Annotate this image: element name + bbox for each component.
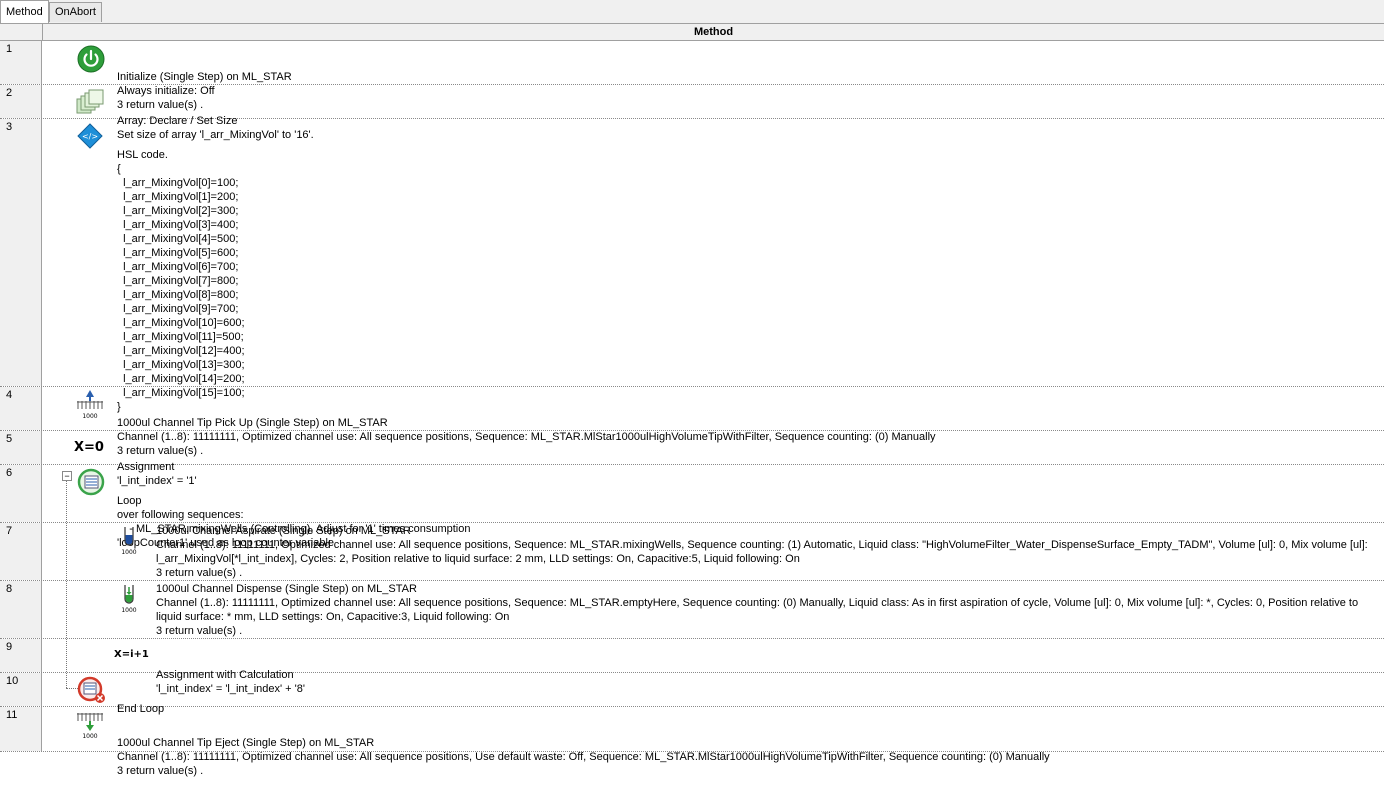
step-row-10[interactable]: 10 End Loop (0, 673, 1384, 715)
power-icon (76, 44, 106, 74)
assignment-icon: X=0 (74, 440, 104, 455)
svg-text:1000: 1000 (82, 413, 97, 420)
collapse-toggle-icon[interactable]: − (62, 471, 72, 481)
tab-bar: Method OnAbort (0, 0, 1384, 24)
step-row-8[interactable]: 8 1000 1000ul Channel Dispense (Single S… (0, 581, 1384, 639)
step-text: 1000ul Channel Tip Eject (Single Step) o… (117, 737, 1050, 777)
tab-onabort[interactable]: OnAbort (49, 2, 102, 22)
step-text: 1000ul Channel Aspirate (Single Step) on… (156, 525, 1368, 579)
step-row-6[interactable]: 6 − Loop over following sequences: - ML_S… (0, 465, 1384, 549)
step-number: 8 (0, 581, 42, 638)
end-loop-icon (77, 675, 107, 705)
step-text: 1000ul Channel Dispense (Single Step) on… (156, 583, 1359, 637)
svg-text:</>: </> (82, 132, 98, 141)
svg-text:1000: 1000 (82, 733, 97, 740)
tab-method[interactable]: Method (0, 0, 49, 23)
step-row-11[interactable]: 11 1000 1000ul Channel Tip Eject (Single… (0, 707, 1384, 777)
aspirate-icon: 1000 (116, 525, 146, 556)
step-row-9[interactable]: 9 X=i+1 Assignment with Calculation'l_in… (0, 639, 1384, 695)
calc-assignment-icon: X=i+1 (114, 649, 149, 660)
step-number: 9 (0, 639, 42, 672)
step-row-7[interactable]: 7 1000 1000ul Channel Aspirate (Single S… (0, 523, 1384, 581)
step-number: 2 (0, 85, 42, 118)
step-number: 4 (0, 387, 42, 430)
step-number: 10 (0, 673, 42, 706)
step-number: 7 (0, 523, 42, 580)
tip-pickup-icon: 1000 (75, 389, 105, 420)
hsl-code-icon: </> (77, 123, 107, 153)
array-icon (75, 87, 105, 117)
step-row-4[interactable]: 4 1000 1000ul Channel Tip Pick Up (Singl… (0, 387, 1384, 457)
step-row-1[interactable]: 1 Initialize (Single Step) on ML_STAR Alw… (0, 41, 1384, 111)
tip-eject-icon: 1000 (75, 709, 105, 740)
column-header-method[interactable]: Method (43, 24, 1384, 41)
step-number: 3 (0, 119, 42, 386)
method-grid: Method 1 Initialize (Single Step) on ML_… (0, 24, 1384, 777)
step-number: 11 (0, 707, 42, 751)
step-row-2[interactable]: 2 Array: Declare / Set Size Set size of a… (0, 85, 1384, 141)
loop-icon (77, 468, 107, 498)
step-number: 6 (0, 465, 42, 522)
step-number: 1 (0, 41, 42, 84)
step-row-5[interactable]: 5 X=0 Assignment'l_int_index' = '1' (0, 431, 1384, 487)
svg-text:1000: 1000 (121, 607, 136, 614)
row-header-corner (0, 24, 43, 41)
step-row-3[interactable]: 3 </> HSL code.{ l_arr_MixingVol[0]=100;… (0, 119, 1384, 413)
dispense-icon: 1000 (116, 583, 146, 614)
step-number: 5 (0, 431, 42, 464)
svg-text:1000: 1000 (121, 549, 136, 556)
